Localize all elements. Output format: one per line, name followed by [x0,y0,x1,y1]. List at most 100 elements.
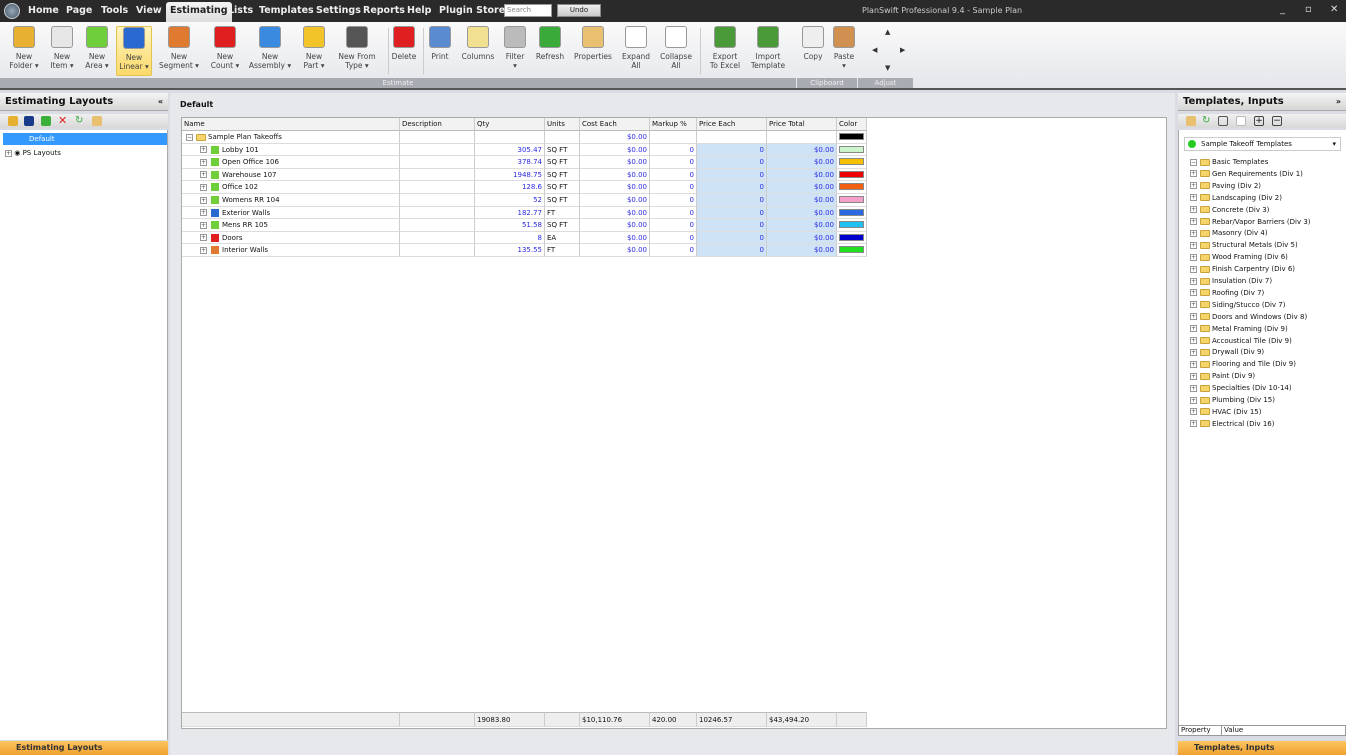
color-cell[interactable] [837,244,867,257]
template-folder-item[interactable]: + Plumbing (Div 15) [1190,394,1275,406]
copy-button[interactable]: Copy [800,26,826,61]
expand-toggle[interactable]: + [200,246,207,254]
color-cell[interactable] [837,206,867,220]
units-cell[interactable]: SQ FT [545,194,580,207]
markup-cell[interactable]: 0 [650,244,697,257]
new-part-button[interactable]: New Part ▾ [300,26,328,70]
expand-toggle[interactable]: + [1190,337,1197,344]
menu-page[interactable]: Page [66,0,92,22]
expand-toggle[interactable]: + [1190,265,1197,273]
properties-icon[interactable] [92,116,102,126]
qty-cell[interactable]: 305.47 [475,143,545,157]
price-cell[interactable] [697,131,767,144]
column-header-units[interactable]: Units [545,118,580,131]
expand-toggle[interactable]: + [1190,325,1197,333]
maximize-button[interactable]: ▫ [1305,4,1312,15]
expand-toggle[interactable]: + [1190,360,1197,368]
copy-icon[interactable] [1236,116,1246,126]
template-folder-item[interactable]: + Concrete (Div 3) [1190,204,1269,216]
new-assembly-button[interactable]: New Assembly ▾ [248,26,292,70]
price-cell[interactable]: 0 [697,181,767,194]
right-panel-footer-tab[interactable]: Templates, Inputs [1178,741,1346,755]
name-cell[interactable]: + Warehouse 107 [182,168,400,182]
expand-toggle[interactable]: + [200,234,207,242]
template-folder-item[interactable]: + Doors and Windows (Div 8) [1190,311,1307,323]
markup-cell[interactable]: 0 [650,181,697,194]
new-area-button[interactable]: New Area ▾ [84,26,110,70]
print-button[interactable]: Print [427,26,453,61]
template-folder-item[interactable]: + Wood Framing (Div 6) [1190,251,1288,263]
expand-toggle[interactable]: + [1190,408,1197,416]
collapse-toggle[interactable]: − [186,133,193,141]
import-template-button[interactable]: Import Template [748,26,788,70]
color-cell[interactable] [837,131,867,144]
column-header-total[interactable]: Price Total [767,118,837,131]
menu-view[interactable]: View [136,0,162,22]
expand-toggle[interactable]: + [1190,372,1197,380]
fit-icon[interactable] [1218,116,1228,126]
name-cell[interactable]: + Open Office 106 [182,156,400,169]
markup-cell[interactable]: 0 [650,156,697,169]
color-cell[interactable] [837,143,867,157]
template-library-dropdown[interactable]: Sample Takeoff Templates ▾ [1184,137,1341,151]
markup-cell[interactable]: 0 [650,168,697,182]
expand-toggle[interactable]: + [1190,396,1197,404]
template-folder-item[interactable]: + Drywall (Div 9) [1190,346,1264,358]
markup-cell[interactable]: 0 [650,219,697,232]
column-header-markup[interactable]: Markup % [650,118,697,131]
new-linear-button[interactable]: New Linear ▾ [116,26,152,76]
expand-toggle[interactable]: + [1190,229,1197,237]
price-cell[interactable]: 0 [697,168,767,182]
menu-settings[interactable]: Settings [316,0,361,22]
menu-estimating[interactable]: Estimating [166,2,232,22]
total-cell[interactable]: $0.00 [767,181,837,194]
name-cell[interactable]: + Exterior Walls [182,206,400,220]
total-cell[interactable]: $0.00 [767,219,837,232]
expand-toggle[interactable]: + [200,171,207,179]
cost-cell[interactable]: $0.00 [580,206,650,220]
qty-cell[interactable]: 378.74 [475,156,545,169]
expand-toggle[interactable]: + [1190,218,1197,225]
total-cell[interactable]: $0.00 [767,143,837,157]
expand-toggle[interactable]: + [200,183,207,191]
collapse-toggle[interactable]: − [1190,158,1197,166]
units-cell[interactable]: FT [545,244,580,257]
price-cell[interactable]: 0 [697,206,767,220]
expand-toggle[interactable]: + [1190,206,1197,214]
expand-toggle[interactable]: + [1190,289,1197,297]
name-cell[interactable]: + Mens RR 105 [182,219,400,232]
search-input[interactable]: Search [504,4,552,17]
cost-cell[interactable]: $0.00 [580,143,650,157]
columns-button[interactable]: Columns [460,26,496,61]
save-icon[interactable] [24,116,34,126]
template-folder-item[interactable]: + Paint (Div 9) [1190,370,1255,382]
qty-cell[interactable]: 51.58 [475,219,545,232]
price-cell[interactable]: 0 [697,219,767,232]
expand-toggle[interactable]: + [1190,253,1197,261]
color-cell[interactable] [837,194,867,207]
column-header-price[interactable]: Price Each [697,118,767,131]
expand-toggle[interactable]: + [200,196,207,204]
menu-home[interactable]: Home [28,0,59,22]
color-cell[interactable] [837,181,867,194]
units-cell[interactable]: SQ FT [545,168,580,182]
desc-cell[interactable] [400,181,475,194]
expand-toggle[interactable]: + [200,221,207,229]
desc-cell[interactable] [400,206,475,220]
expand-toggle[interactable]: + [200,146,207,154]
export-to-excel-button[interactable]: Export To Excel [706,26,744,70]
cost-cell[interactable]: $0.00 [580,244,650,257]
markup-cell[interactable]: 0 [650,143,697,157]
expand-toggle[interactable]: + [200,209,207,217]
cost-cell[interactable]: $0.00 [580,156,650,169]
color-cell[interactable] [837,156,867,169]
collapse-all-button[interactable]: Collapse All [658,26,694,70]
desc-cell[interactable] [400,219,475,232]
template-folder-item[interactable]: + Landscaping (Div 2) [1190,192,1282,204]
markup-cell[interactable] [650,131,697,144]
layout-item-default[interactable]: Default [3,133,167,145]
expand-toggle[interactable]: + [200,158,207,166]
color-cell[interactable] [837,231,867,245]
filter-button[interactable]: Filter ▾ [503,26,527,70]
collapse-icon[interactable]: − [1272,116,1282,126]
